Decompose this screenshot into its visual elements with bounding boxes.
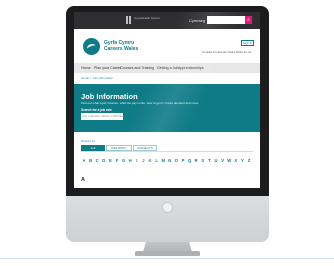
alphabet-index: ABCDEFGHIJKLMNOPQRSTUVWXYZ: [81, 158, 257, 164]
computer-mockup-scene: Llywodraeth Cymru Cymraeg ⌕ Gyrfa Cymru …: [0, 0, 334, 266]
alphabet-letter-j[interactable]: J: [140, 158, 146, 163]
logo-bar-icon: [126, 16, 128, 24]
page-title: Job Information: [81, 92, 138, 101]
alphabet-letter-p[interactable]: P: [180, 158, 186, 163]
alphabet-letter-s[interactable]: S: [200, 158, 206, 163]
job-search-label: Search for a job role: [81, 108, 112, 112]
alphabet-letter-k[interactable]: K: [147, 158, 153, 163]
alphabet-letter-t[interactable]: T: [206, 158, 212, 163]
alphabet-letter-d[interactable]: D: [101, 158, 107, 163]
main-navigation: Home Plan your Career Courses and Traini…: [74, 63, 260, 73]
nav-item-getting-a-job[interactable]: Getting a Job: [157, 66, 178, 70]
site-search-input[interactable]: [207, 16, 245, 24]
monitor-screen: Llywodraeth Cymru Cymraeg ⌕ Gyrfa Cymru …: [74, 12, 260, 188]
nav-item-plan-your-career[interactable]: Plan your Career: [94, 66, 121, 70]
government-logo: Llywodraeth Cymru: [126, 16, 160, 24]
brand-bar: Gyrfa Cymru Careers Wales Sign in Contac…: [74, 29, 260, 63]
alphabet-letter-q[interactable]: Q: [187, 158, 193, 163]
careers-wales-logo-icon[interactable]: [83, 38, 100, 55]
hero-banner: Job Information Find out what a job invo…: [74, 84, 260, 132]
alphabet-letter-z[interactable]: Z: [246, 158, 252, 163]
alphabet-letter-w[interactable]: W: [226, 158, 232, 163]
nav-item-apprenticeships[interactable]: Apprenticeships: [178, 66, 204, 70]
alphabet-letter-h[interactable]: H: [127, 158, 133, 163]
logo-bar-icon: [129, 16, 131, 24]
breadcrumb[interactable]: Home > Job Information: [81, 76, 113, 80]
alphabet-letter-n[interactable]: N: [167, 158, 173, 163]
alphabet-letter-f[interactable]: F: [114, 158, 120, 163]
alphabet-letter-g[interactable]: G: [121, 158, 127, 163]
government-logo-text: Llywodraeth Cymru: [134, 16, 160, 20]
alphabet-letter-b[interactable]: B: [88, 158, 94, 163]
tab-divider: [81, 151, 253, 152]
alphabet-letter-y[interactable]: Y: [239, 158, 245, 163]
site-search-button[interactable]: ⌕: [245, 16, 252, 24]
letter-section-heading: A: [81, 177, 85, 183]
monitor-stand-base: [135, 251, 200, 256]
power-button-icon[interactable]: [162, 202, 173, 213]
alphabet-letter-c[interactable]: C: [94, 158, 100, 163]
floor-line: [0, 258, 334, 259]
alphabet-letter-v[interactable]: V: [220, 158, 226, 163]
alphabet-letter-e[interactable]: E: [107, 158, 113, 163]
language-toggle-link[interactable]: Cymraeg: [189, 18, 205, 23]
top-bar: Llywodraeth Cymru Cymraeg ⌕: [74, 12, 260, 29]
sign-in-button[interactable]: Sign in: [241, 40, 254, 46]
alphabet-letter-i[interactable]: I: [134, 158, 140, 163]
nav-item-home[interactable]: Home: [81, 66, 91, 70]
alphabet-letter-a[interactable]: A: [81, 158, 87, 163]
alphabet-letter-o[interactable]: O: [173, 158, 179, 163]
job-search-input[interactable]: For example: Nurse or Plumber: [81, 113, 123, 120]
alphabet-letter-m[interactable]: M: [160, 158, 166, 163]
nav-item-courses-and-training[interactable]: Courses and Training: [120, 66, 154, 70]
brand-name-english[interactable]: Careers Wales: [104, 46, 138, 52]
search-icon: ⌕: [247, 17, 250, 23]
alphabet-letter-u[interactable]: U: [213, 158, 219, 163]
alphabet-letter-x[interactable]: X: [233, 158, 239, 163]
page-subtitle: Find out what a job involves, what the p…: [81, 101, 200, 105]
utility-links[interactable]: Contact Us Events News Work for us: [202, 50, 251, 54]
alphabet-letter-r[interactable]: R: [193, 158, 199, 163]
browse-by-label: Browse by:: [81, 139, 96, 143]
alphabet-letter-l[interactable]: L: [154, 158, 160, 163]
